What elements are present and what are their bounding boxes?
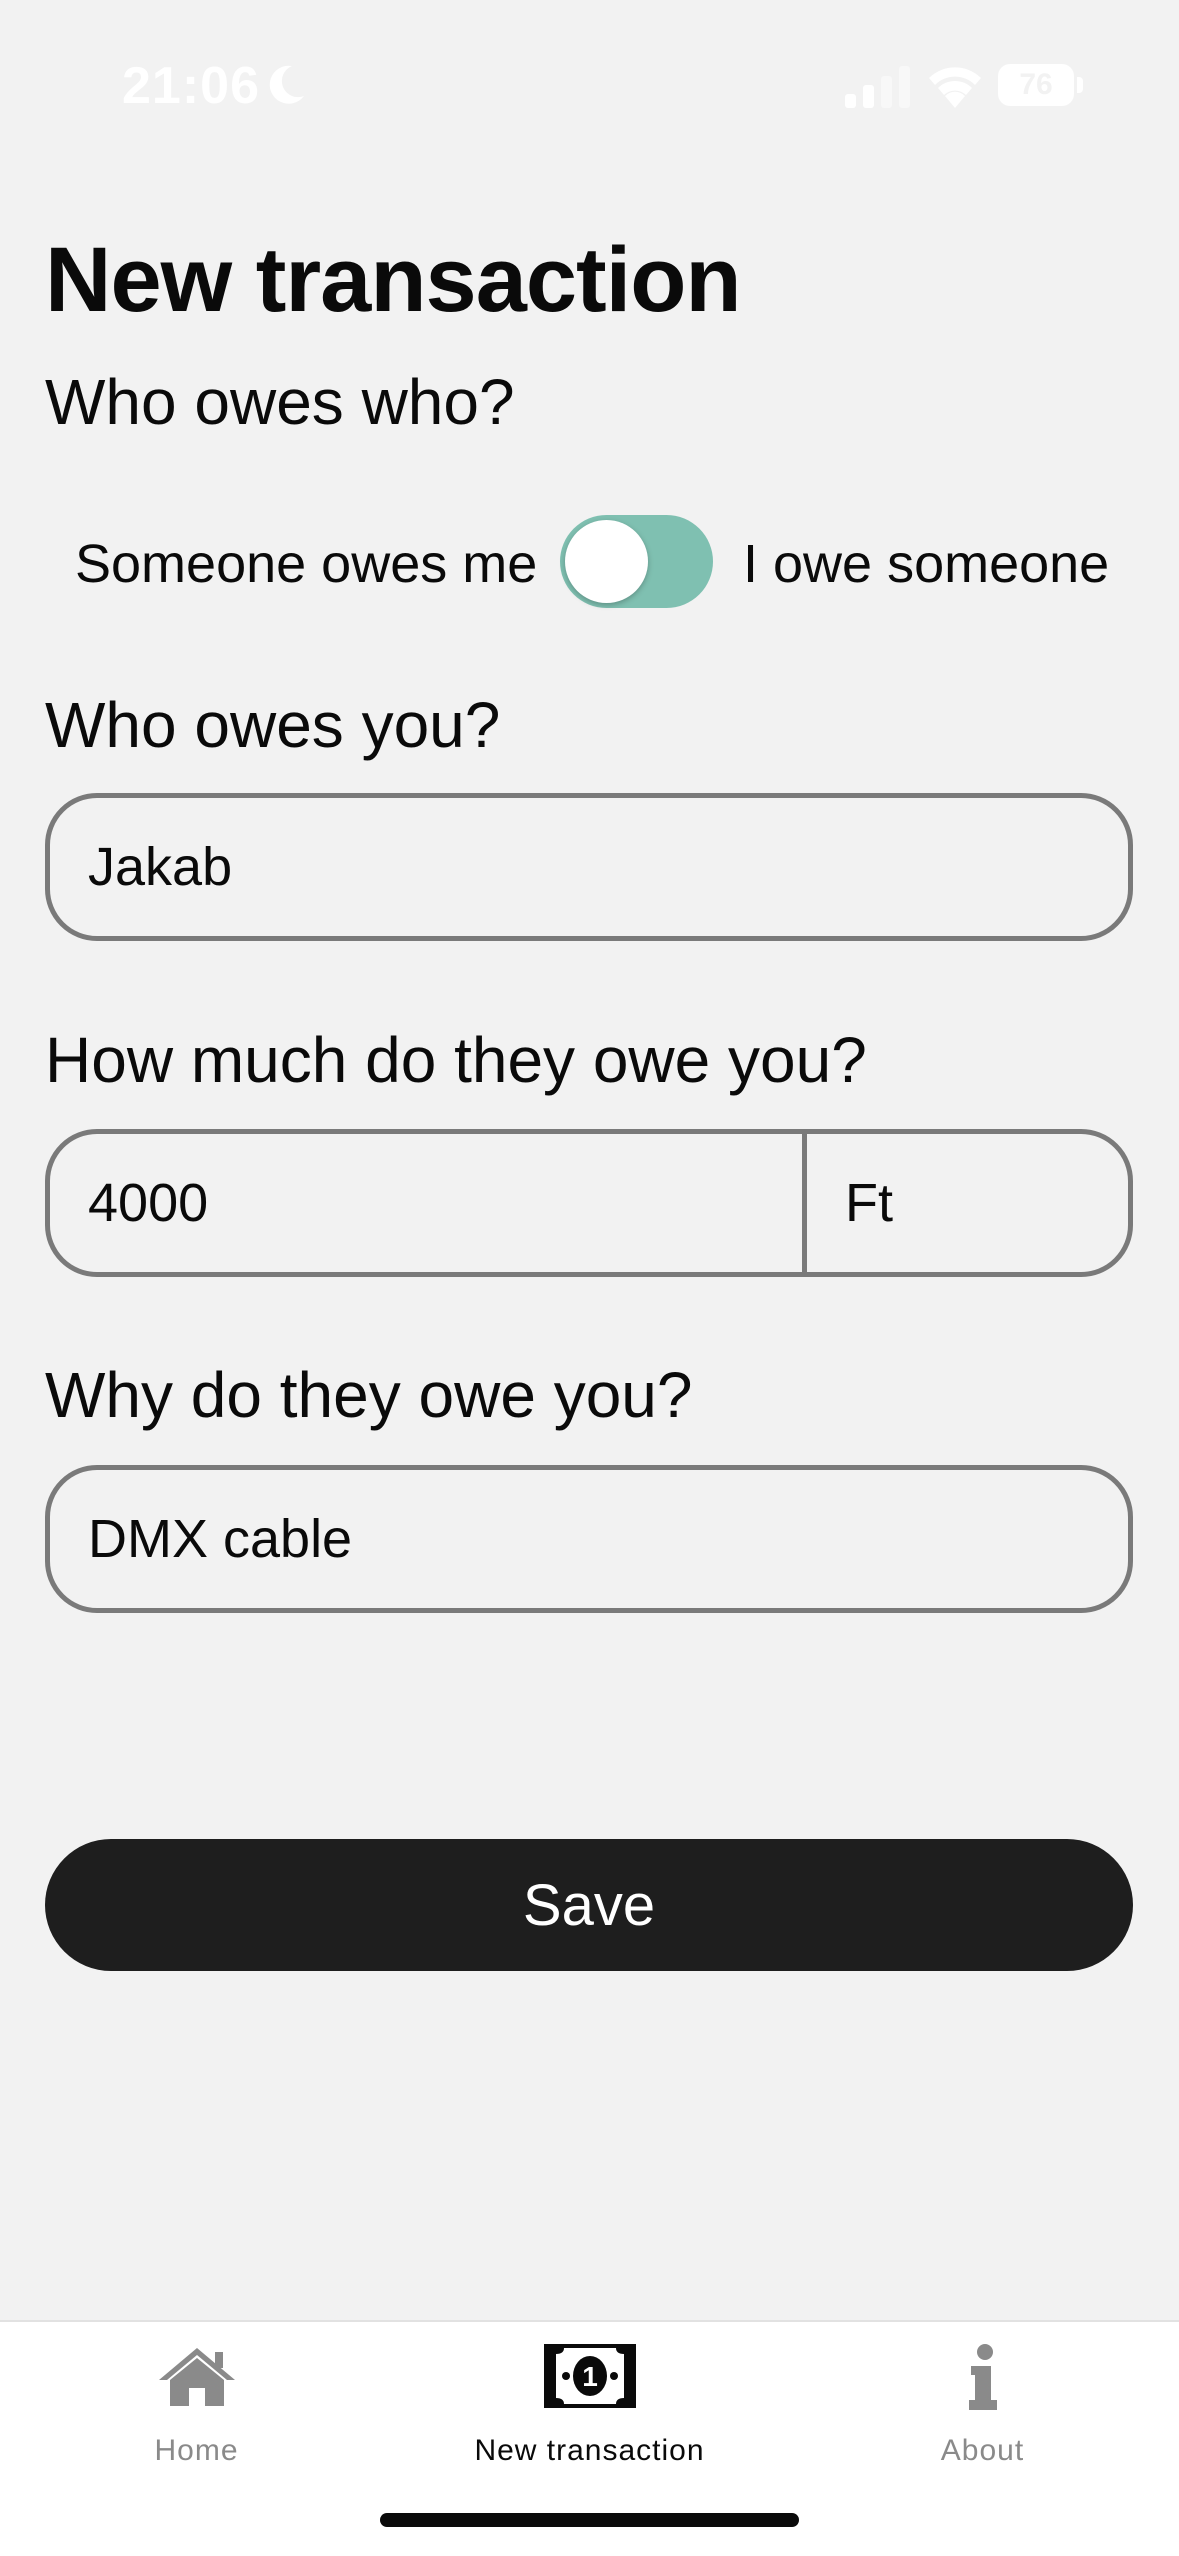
wifi-icon <box>929 67 981 108</box>
reason-input[interactable] <box>50 1470 1128 1608</box>
svg-text:1: 1 <box>582 2361 598 2392</box>
moon-icon <box>269 65 304 104</box>
currency-part <box>807 1134 1128 1272</box>
tab-new-transaction[interactable]: 1 New transaction <box>393 2322 786 2482</box>
amount-part <box>50 1134 807 1272</box>
amount-input[interactable] <box>50 1134 802 1272</box>
save-button[interactable]: Save <box>45 1839 1133 1971</box>
tab-new-transaction-label: New transaction <box>474 2434 705 2467</box>
person-field <box>45 793 1133 941</box>
battery-cap <box>1077 77 1083 93</box>
tab-home-label: Home <box>154 2434 239 2467</box>
amount-field <box>45 1129 1133 1277</box>
home-icon <box>158 2348 235 2406</box>
tab-about[interactable]: About <box>786 2322 1179 2482</box>
amount-question: How much do they owe you? <box>45 1024 867 1096</box>
info-icon <box>968 2344 997 2410</box>
person-input[interactable] <box>50 798 1128 936</box>
tab-home[interactable]: Home <box>0 2322 393 2482</box>
screen: 21:06 76 New transaction Who owes who? S… <box>0 0 1179 2556</box>
status-bar: 21:06 76 <box>0 0 1179 150</box>
status-time: 21:06 <box>122 57 260 115</box>
reason-field <box>45 1465 1133 1613</box>
signal-icon <box>845 66 910 108</box>
person-question: Who owes you? <box>45 689 501 761</box>
someone-owes-me-label[interactable]: Someone owes me <box>75 533 537 595</box>
battery-level: 76 <box>1019 68 1053 101</box>
switch-knob <box>565 520 648 603</box>
currency-input[interactable] <box>807 1134 1128 1272</box>
tab-about-label: About <box>940 2434 1025 2467</box>
battery-icon: 76 <box>998 64 1074 106</box>
reason-question: Why do they owe you? <box>45 1359 693 1431</box>
page-title: New transaction <box>45 229 742 331</box>
direction-toggle-row: Someone owes me I owe someone <box>0 515 1179 610</box>
home-indicator[interactable] <box>380 2513 799 2527</box>
direction-switch[interactable] <box>560 515 713 608</box>
i-owe-someone-label[interactable]: I owe someone <box>743 533 1109 595</box>
direction-question: Who owes who? <box>45 366 515 438</box>
banknote-icon: 1 <box>543 2344 636 2408</box>
